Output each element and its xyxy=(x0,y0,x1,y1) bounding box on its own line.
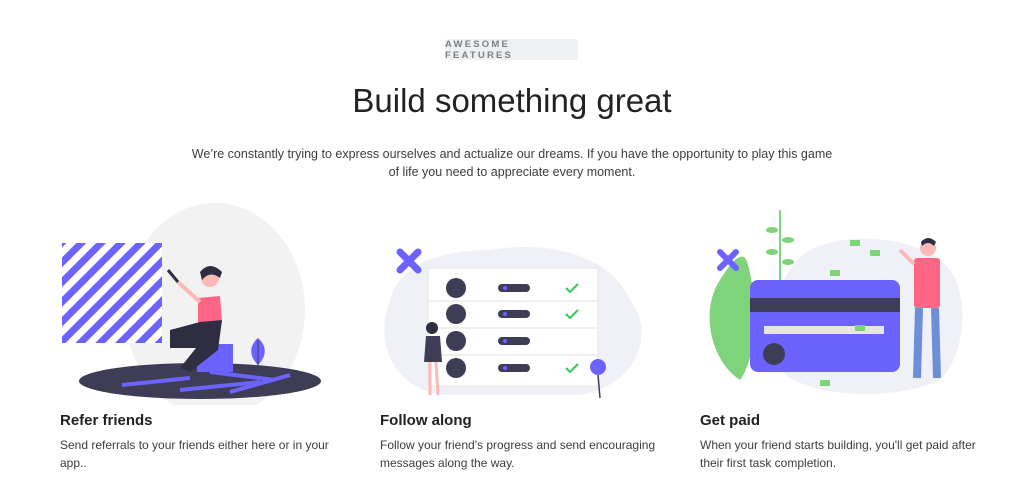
feature-card-follow-along: Follow along Follow your friend's progre… xyxy=(380,200,680,490)
feature-title: Get paid xyxy=(700,412,761,429)
feature-card-get-paid: Get paid When your friend starts buildin… xyxy=(700,200,1000,490)
feature-title: Follow along xyxy=(380,412,472,429)
feature-text: When your friend starts building, you'll… xyxy=(700,438,976,470)
section-lead: We’re constantly trying to express ourse… xyxy=(191,147,833,179)
feature-text: Follow your friend's progress and send e… xyxy=(380,438,656,470)
feature-title: Refer friends xyxy=(60,412,153,429)
get-paid-illustration xyxy=(709,210,963,394)
section-title: Build something great xyxy=(352,82,672,119)
follow-along-illustration xyxy=(384,247,642,399)
refer-friends-illustration xyxy=(62,203,321,405)
feature-card-refer-friends: Refer friends Send referrals to your fri… xyxy=(60,200,360,490)
feature-text: Send referrals to your friends either he… xyxy=(60,438,329,470)
section-badge: AWESOME FEATURES xyxy=(445,39,578,61)
